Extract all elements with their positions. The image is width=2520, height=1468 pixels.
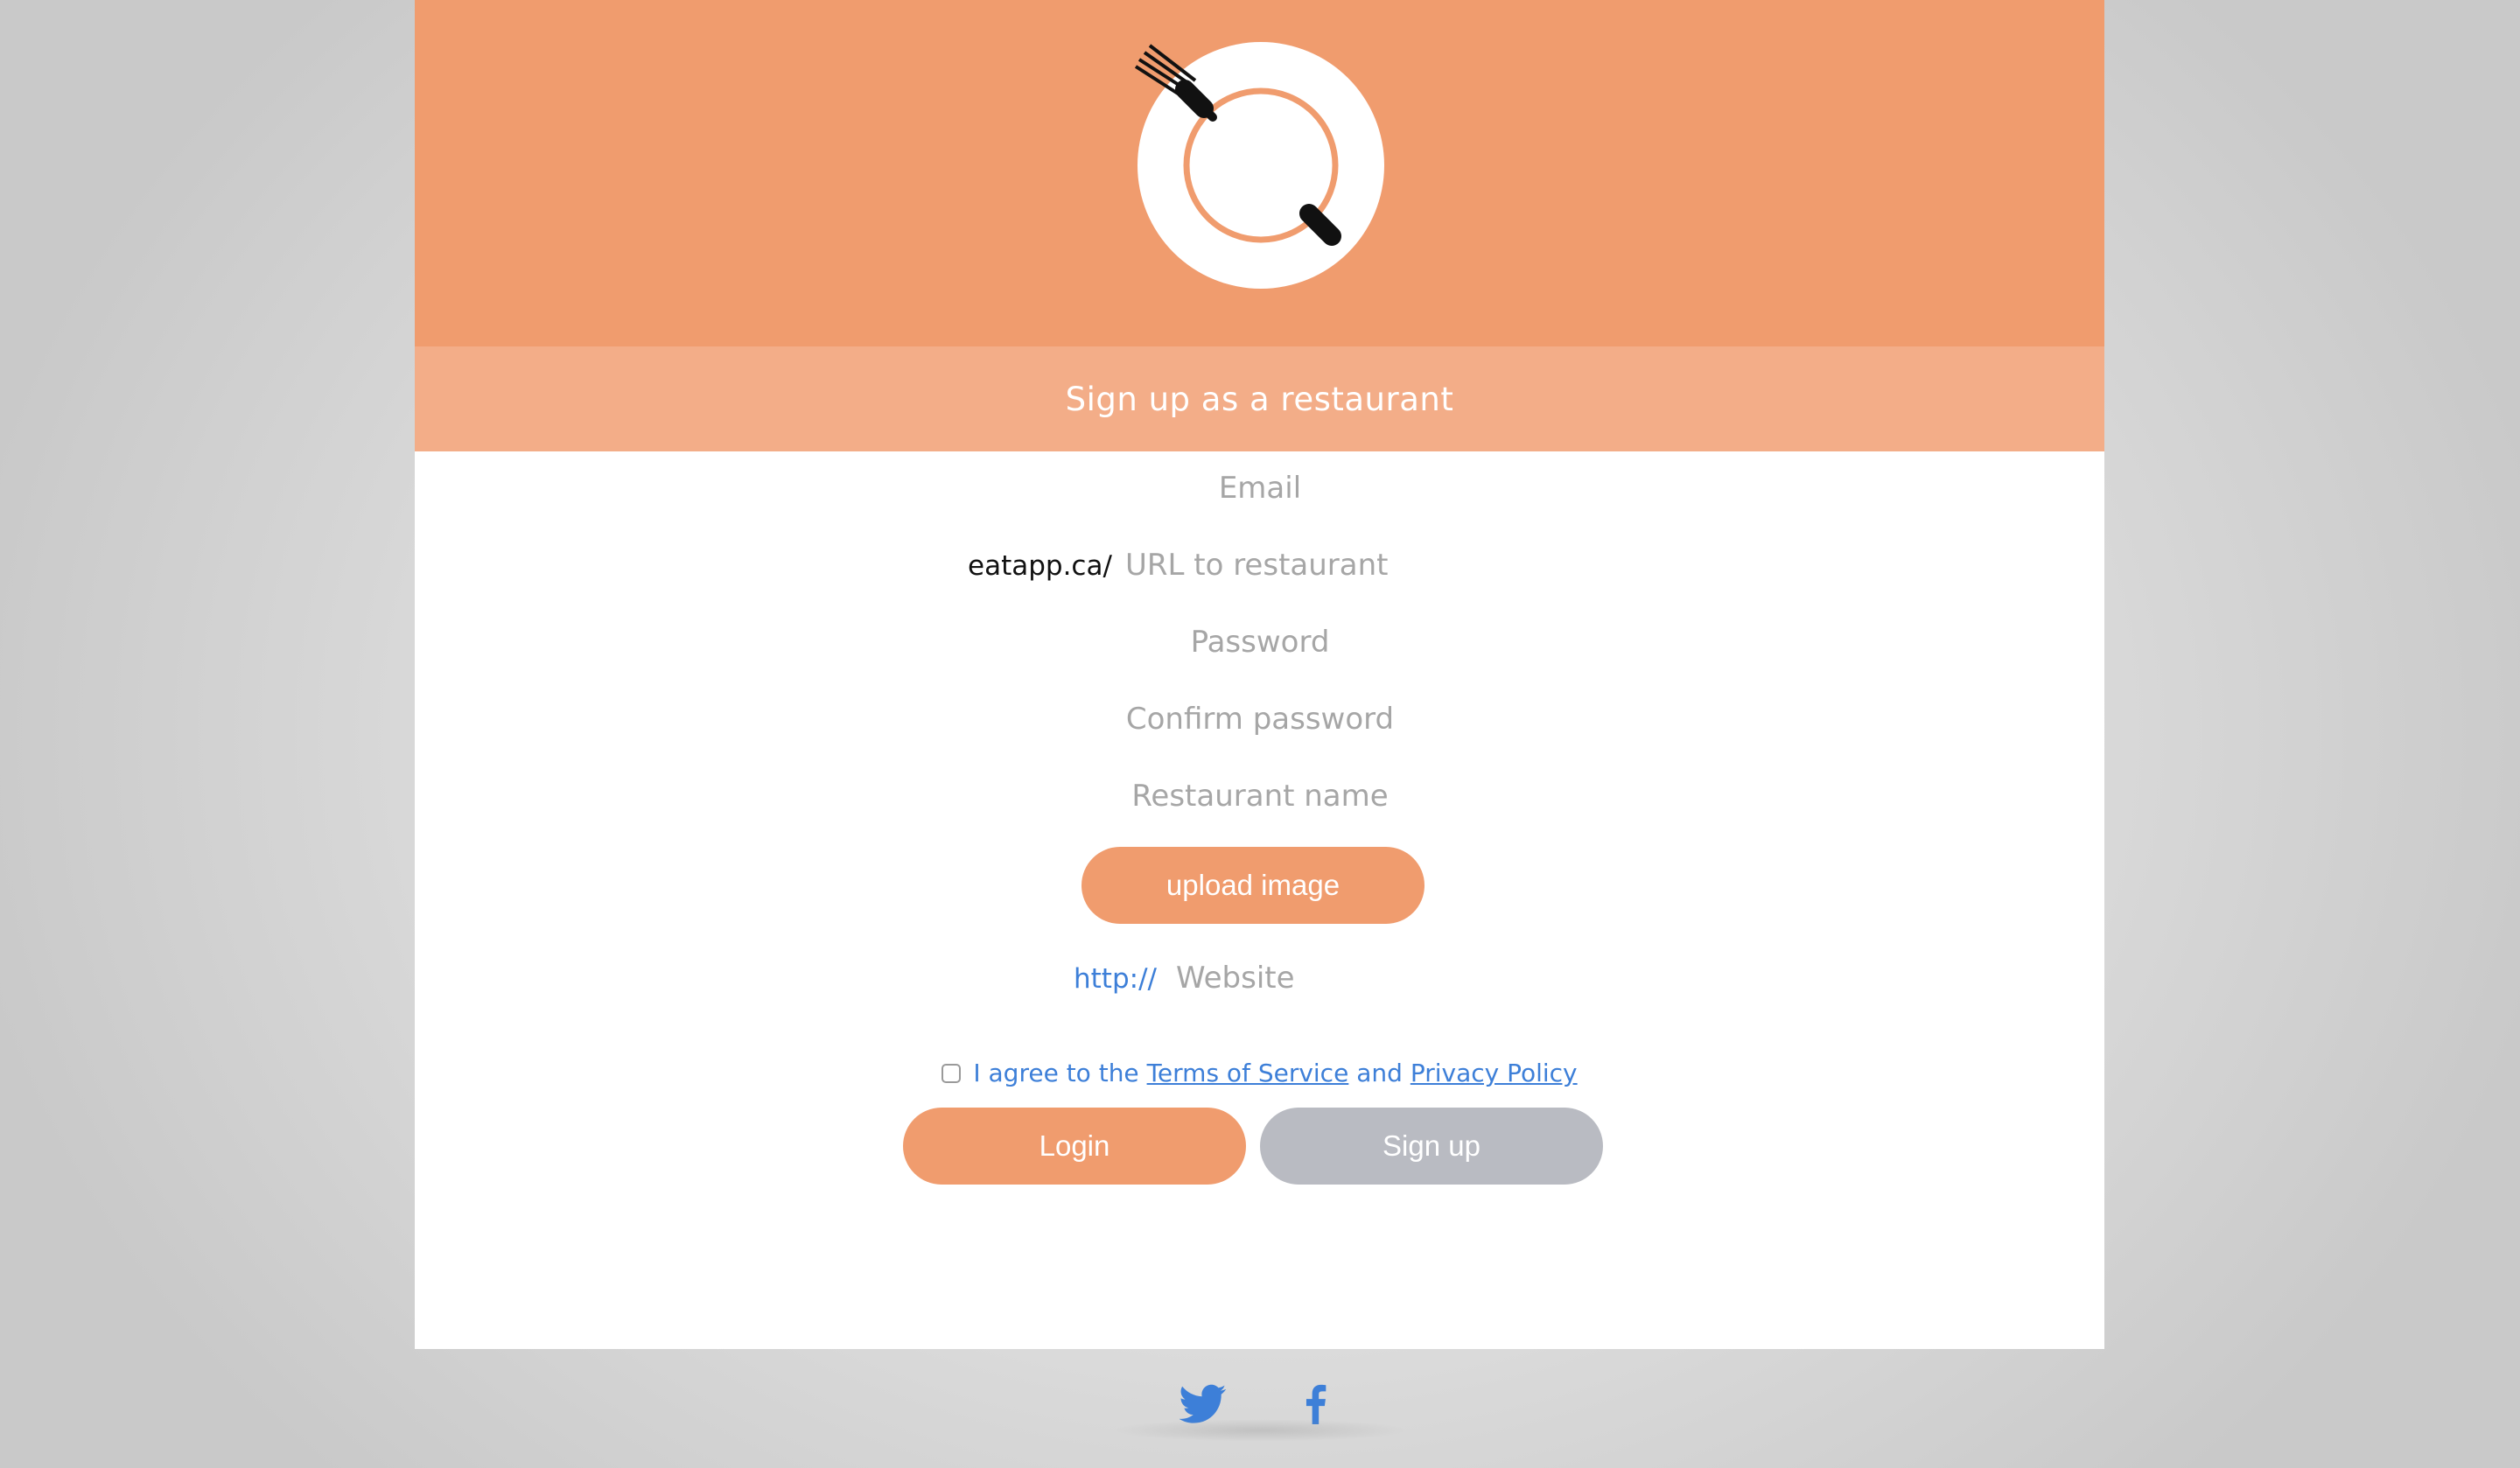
upload-image-button[interactable]: upload image <box>1082 847 1424 924</box>
restaurant-name-field[interactable] <box>998 774 1522 818</box>
agree-and-text: and <box>1356 1059 1403 1087</box>
url-prefix-label: eatapp.ca/ <box>968 550 1112 582</box>
restaurant-url-field[interactable] <box>1125 543 1423 587</box>
email-field[interactable] <box>998 466 1522 510</box>
password-field[interactable] <box>998 620 1522 664</box>
login-button[interactable]: Login <box>903 1108 1246 1185</box>
header-banner <box>415 0 2104 346</box>
title-band: Sign up as a restaurant <box>415 346 2104 451</box>
agree-text: I agree to the <box>973 1059 1139 1087</box>
plate-fork-icon <box>1134 42 1384 289</box>
terms-agreement: I agree to the Terms of Service and Priv… <box>415 1059 2104 1087</box>
signup-button[interactable]: Sign up <box>1260 1108 1603 1185</box>
footer-shadow <box>1111 1419 1409 1442</box>
privacy-policy-link[interactable]: Privacy Policy <box>1410 1059 1578 1087</box>
website-prefix-label: http:// <box>1074 963 1157 995</box>
confirm-password-field[interactable] <box>998 697 1522 741</box>
website-field[interactable] <box>1176 956 1438 1000</box>
agree-checkbox[interactable] <box>942 1063 962 1083</box>
signup-card: Sign up as a restaurant eatapp.ca/ uploa… <box>415 0 2104 1349</box>
terms-of-service-link[interactable]: Terms of Service <box>1147 1059 1349 1087</box>
page-title: Sign up as a restaurant <box>1065 380 1454 418</box>
